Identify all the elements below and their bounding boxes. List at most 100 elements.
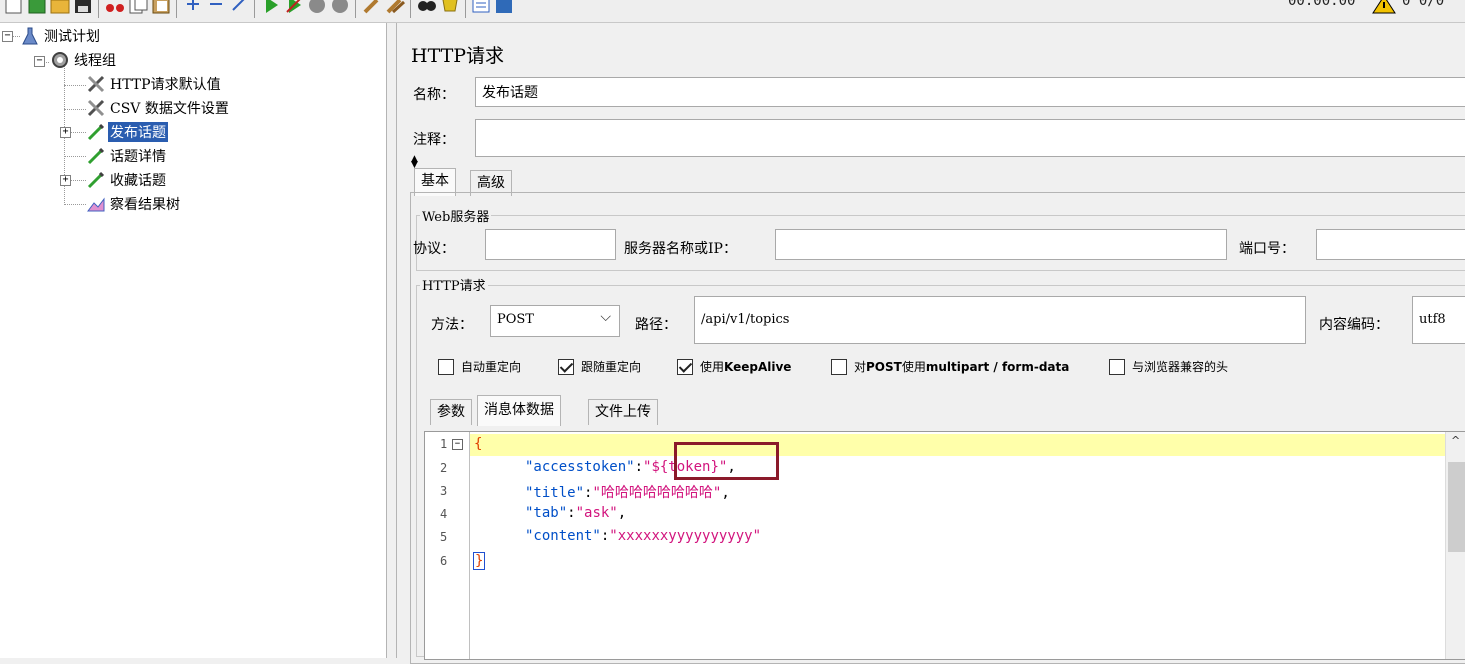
clear-all-icon[interactable] [384,0,406,14]
sampler-icon [87,147,105,165]
clear-icon[interactable] [361,0,383,14]
method-label: 方法： [431,317,473,333]
line-number: 3 [440,484,448,498]
tree-item-collect-topic[interactable]: 收藏话题 [86,169,168,191]
elapsed-timer: 00:00:00 [1288,0,1356,9]
checkbox-box[interactable] [438,358,454,375]
server-label: 服务器名称或IP： [624,241,737,257]
tree-item-label: HTTP请求默认值 [110,77,221,93]
checkbox-label-prefix: 对 [854,360,867,374]
test-plan-icon [22,27,38,45]
follow-redirect-checkbox[interactable]: 跟随重定向 [558,358,641,375]
tree-item-test-plan[interactable]: 测试计划 [20,25,102,47]
checkbox-label-bold: KeepAlive [724,359,792,374]
test-plan-tree: − − + + 测试计划 线程组 HTTP请求默认值 CSV 数据文件设置 发布… [0,23,387,658]
json-key: "tab" [525,505,568,521]
http-request-panel: HTTP请求 名称： 发布话题 注释： ▲ ▼ 基本 高级 Web服务器 协议： … [397,23,1465,664]
multipart-checkbox[interactable]: 对 POST 使用 multipart / form-data [831,358,1069,375]
stop-icon[interactable] [306,0,328,14]
new-icon[interactable] [3,0,25,14]
keepalive-checkbox[interactable]: 使用 KeepAlive [677,358,791,375]
config-element-icon [87,99,105,117]
line-number: 6 [440,554,448,568]
port-field[interactable] [1316,229,1465,260]
protocol-field[interactable] [485,229,616,260]
scrollbar-thumb[interactable] [1448,462,1465,552]
panel-splitter[interactable] [387,23,397,658]
checkbox-box[interactable] [1109,358,1125,375]
method-select[interactable]: POST ⌵ [490,305,620,337]
expand-toggle[interactable]: + [60,175,71,186]
copy-icon[interactable] [127,0,149,14]
warning-icon[interactable] [1372,0,1396,14]
body-data-editor[interactable]: 1 − 2 3 4 5 6 { "accesstoken":"${token}"… [424,431,1465,660]
server-field[interactable] [775,229,1227,260]
start-icon[interactable] [260,0,282,14]
open-icon[interactable] [49,0,71,14]
function-helper-icon[interactable] [470,0,492,14]
code-line-5: "content":"xxxxxxyyyyyyyyyy" [525,528,761,544]
collapse-toggle[interactable]: − [2,31,13,42]
start-no-pause-icon[interactable] [283,0,305,14]
checkbox-label-prefix: 使用 [700,360,725,374]
cut-icon[interactable] [104,0,126,14]
tree-item-csv-config[interactable]: CSV 数据文件设置 [86,97,231,119]
shutdown-icon[interactable] [329,0,351,14]
tree-item-publish-topic[interactable]: 发布话题 [86,121,168,143]
collapse-toggle[interactable]: − [34,56,45,67]
toggle-icon[interactable] [228,0,250,14]
tree-item-label: CSV 数据文件设置 [110,101,229,117]
json-value: "ask" [575,505,618,521]
editor-scrollbar[interactable]: ^ [1445,432,1465,659]
tree-item-label: 话题详情 [110,149,166,165]
expand-toggle[interactable]: + [60,127,71,138]
json-colon: : [567,505,576,521]
tree-item-results-tree[interactable]: 察看结果树 [86,193,182,215]
token-highlight-box [674,442,779,480]
search-icon[interactable] [416,0,438,14]
name-field[interactable]: 发布话题 [475,77,1465,107]
reset-search-icon[interactable] [439,0,461,14]
json-value: "哈哈哈哈哈哈哈哈" [592,485,722,501]
json-comma: , [617,505,627,521]
tree-item-thread-group[interactable]: 线程组 [50,49,118,71]
tree-item-http-defaults[interactable]: HTTP请求默认值 [86,73,223,95]
line-number: 2 [440,461,448,475]
name-label: 名称： [413,87,455,103]
content-encoding-field[interactable]: utf8 [1412,296,1465,344]
comment-field[interactable] [475,119,1465,157]
config-element-icon [87,75,105,93]
tree-item-topic-detail[interactable]: 话题详情 [86,145,168,167]
json-comma: , [721,485,730,501]
checkbox-box[interactable] [558,358,574,375]
port-label: 端口号： [1239,241,1295,257]
checkbox-box[interactable] [831,358,847,375]
checkbox-label: 与浏览器兼容的头 [1132,360,1229,374]
save-icon[interactable] [72,0,94,14]
templates-icon[interactable] [26,0,48,14]
fold-toggle-icon[interactable]: − [452,439,463,450]
sampler-icon [87,171,105,189]
checkbox-box[interactable] [677,358,693,375]
collapse-arrows-icon[interactable]: ▲ ▼ [411,155,418,170]
tab-body-data[interactable]: 消息体数据 [477,395,561,426]
expand-icon[interactable] [182,0,204,14]
sampler-icon [87,123,105,141]
tab-file-upload[interactable]: 文件上传 [588,399,658,425]
json-colon: : [634,459,644,475]
code-line-3: "title":"哈哈哈哈哈哈哈哈", [525,482,730,502]
current-line-highlight [470,434,1450,456]
path-field[interactable]: /api/v1/topics [694,296,1306,344]
paste-icon[interactable] [150,0,172,14]
tab-parameters[interactable]: 参数 [430,399,472,425]
collapse-icon[interactable] [205,0,227,14]
tree-item-label: 发布话题 [108,122,168,142]
auto-redirect-checkbox[interactable]: 自动重定向 [438,358,521,375]
browser-headers-checkbox[interactable]: 与浏览器兼容的头 [1109,358,1228,375]
protocol-label: 协议： [413,241,455,257]
json-key: "title" [525,485,585,501]
help-icon[interactable] [493,0,515,14]
http-request-group-title: HTTP请求 [420,275,488,294]
scroll-up-icon[interactable]: ^ [1451,434,1460,447]
method-value: POST [497,312,534,327]
